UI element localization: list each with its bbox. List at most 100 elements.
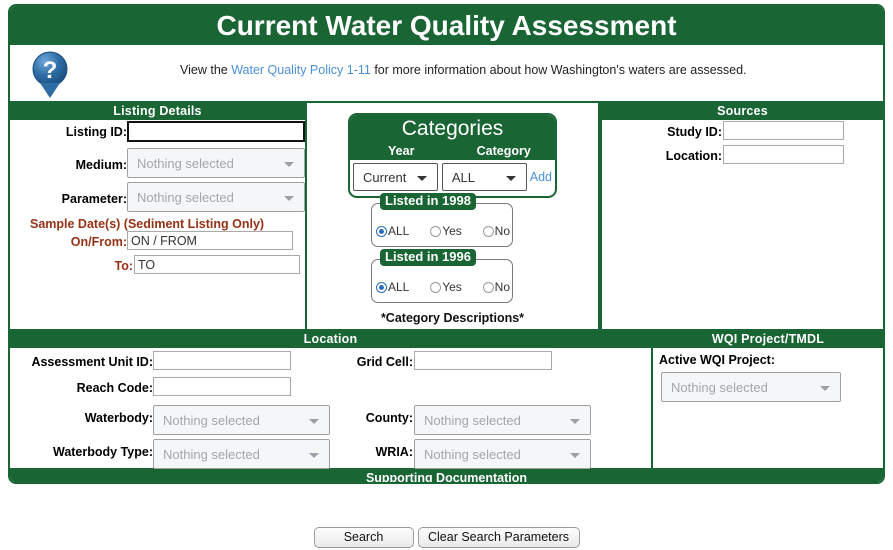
- info-prefix: View the: [180, 63, 232, 77]
- source-location-input[interactable]: [723, 145, 844, 164]
- medium-dropdown[interactable]: Nothing selected: [127, 148, 305, 178]
- on-from-input[interactable]: [127, 231, 293, 250]
- county-dropdown-value: Nothing selected: [424, 413, 521, 428]
- page-root: Current Water Quality Assessment ? View …: [0, 0, 893, 550]
- location-panel: Location Assessment Unit ID: Grid Cell: …: [10, 331, 651, 470]
- radio-icon: [430, 281, 442, 293]
- listed-1996-fieldset: Listed in 1996 ALL Yes No: [371, 249, 513, 303]
- listed-1996-radios: ALL Yes No: [376, 280, 510, 294]
- radio-selected-icon: [376, 281, 387, 293]
- active-wqi-project-label: Active WQI Project:: [659, 353, 775, 367]
- wria-dropdown-value: Nothing selected: [424, 447, 521, 462]
- radio-icon: [430, 225, 442, 237]
- study-id-input[interactable]: [723, 121, 844, 140]
- form-actions: Search Clear Search Parameters: [0, 527, 893, 548]
- listed-1998-yes-label: Yes: [442, 224, 462, 238]
- search-button[interactable]: Search: [313, 527, 414, 548]
- clear-search-parameters-button[interactable]: Clear Search Parameters: [417, 527, 580, 548]
- waterbody-type-label: Waterbody Type:: [52, 445, 153, 459]
- waterbody-type-dropdown[interactable]: Nothing selected: [153, 439, 330, 469]
- county-dropdown[interactable]: Nothing selected: [414, 405, 591, 435]
- chevron-down-icon: [820, 386, 830, 391]
- radio-icon: [482, 281, 494, 293]
- radio-icon: [482, 225, 494, 237]
- chevron-down-icon: [416, 176, 427, 181]
- active-wqi-project-value: Nothing selected: [671, 380, 768, 395]
- listing-details-panel: Listing Details Listing ID: Medium: Noth…: [10, 103, 307, 331]
- category-dropdown-value: ALL: [451, 170, 476, 185]
- study-id-label: Study ID:: [667, 125, 722, 139]
- wqi-project-panel: WQI Project/TMDL Active WQI Project: Not…: [653, 331, 883, 470]
- category-dropdown[interactable]: ALL: [441, 163, 527, 191]
- categories-panel: Categories Year Category Current ALL Add…: [307, 103, 598, 331]
- reach-code-input[interactable]: [153, 377, 291, 396]
- location-header: Location: [10, 331, 651, 348]
- listed-1998-option-all[interactable]: ALL: [376, 224, 409, 238]
- waterbody-label: Waterbody:: [84, 411, 153, 425]
- to-input[interactable]: [134, 255, 300, 274]
- categories-title: Categories: [350, 115, 555, 143]
- assessment-unit-id-input[interactable]: [153, 351, 291, 370]
- listing-id-label: Listing ID:: [65, 125, 127, 139]
- category-descriptions-link[interactable]: *Category Descriptions*: [307, 311, 598, 325]
- listed-1996-all-label: ALL: [388, 280, 410, 294]
- radio-selected-icon: [376, 225, 387, 237]
- listed-1996-option-yes[interactable]: Yes: [430, 280, 462, 294]
- assessment-unit-id-label: Assessment Unit ID:: [31, 355, 153, 369]
- listed-1996-yes-label: Yes: [442, 280, 462, 294]
- category-column-header: Category: [476, 144, 531, 158]
- parameter-dropdown-value: Nothing selected: [137, 190, 234, 205]
- listed-1998-fieldset: Listed in 1998 ALL Yes No: [371, 193, 513, 247]
- waterbody-type-dropdown-value: Nothing selected: [163, 447, 260, 462]
- source-location-label: Location:: [665, 149, 722, 163]
- wqi-project-header: WQI Project/TMDL: [653, 331, 883, 348]
- listed-1998-all-label: ALL: [388, 224, 410, 238]
- search-form-frame: Current Water Quality Assessment ? View …: [8, 4, 885, 484]
- svg-text:?: ?: [43, 57, 58, 84]
- water-quality-policy-link[interactable]: Water Quality Policy 1-11: [231, 63, 371, 77]
- categories-box: Categories Year Category Current ALL Add: [348, 113, 557, 198]
- to-label: To:: [114, 259, 133, 273]
- supporting-documentation-header: Supporting Documentation: [10, 470, 883, 482]
- categories-column-headers: Year Category: [350, 143, 555, 160]
- year-dropdown-value: Current: [363, 170, 407, 185]
- listing-details-header: Listing Details: [10, 103, 305, 120]
- question-mark-help-icon[interactable]: ?: [28, 50, 72, 100]
- year-dropdown[interactable]: Current: [353, 163, 438, 191]
- listed-1998-option-no[interactable]: No: [482, 224, 510, 238]
- grid-cell-input[interactable]: [414, 351, 552, 370]
- top-panels-row: Listing Details Listing ID: Medium: Noth…: [10, 103, 883, 331]
- waterbody-dropdown[interactable]: Nothing selected: [153, 405, 330, 435]
- listed-1996-legend: Listed in 1996: [380, 249, 476, 266]
- wria-label: WRIA:: [375, 445, 414, 459]
- medium-label: Medium:: [75, 158, 127, 172]
- listed-1996-no-label: No: [494, 280, 510, 294]
- listing-id-input[interactable]: [127, 121, 305, 142]
- year-column-header: Year: [388, 144, 415, 158]
- info-suffix: for more information about how Washingto…: [370, 63, 747, 77]
- chevron-down-icon: [284, 162, 294, 167]
- chevron-down-icon: [570, 419, 580, 424]
- supporting-documentation-panel: Supporting Documentation Basis Statement…: [10, 470, 883, 482]
- chevron-down-icon: [284, 196, 294, 201]
- listed-1998-option-yes[interactable]: Yes: [430, 224, 462, 238]
- parameter-label: Parameter:: [61, 192, 127, 206]
- sample-dates-header: Sample Date(s) (Sediment Listing Only): [30, 217, 265, 231]
- chevron-down-icon: [570, 453, 580, 458]
- add-category-link[interactable]: Add: [530, 163, 552, 191]
- reach-code-label: Reach Code:: [76, 381, 153, 395]
- chevron-down-icon: [505, 176, 516, 181]
- waterbody-dropdown-value: Nothing selected: [163, 413, 260, 428]
- sources-panel: Sources Study ID: Location:: [600, 103, 883, 331]
- wria-dropdown[interactable]: Nothing selected: [414, 439, 591, 469]
- medium-dropdown-value: Nothing selected: [137, 156, 234, 171]
- info-text: View the Water Quality Policy 1-11 for m…: [180, 63, 747, 77]
- listed-1998-legend: Listed in 1998: [380, 193, 476, 210]
- active-wqi-project-dropdown[interactable]: Nothing selected: [661, 372, 841, 402]
- parameter-dropdown[interactable]: Nothing selected: [127, 182, 305, 212]
- listed-1996-option-all[interactable]: ALL: [376, 280, 409, 294]
- page-title: Current Water Quality Assessment: [10, 6, 883, 45]
- listed-1996-option-no[interactable]: No: [482, 280, 510, 294]
- listed-1998-radios: ALL Yes No: [376, 224, 510, 238]
- location-wqi-row: Location Assessment Unit ID: Grid Cell: …: [10, 331, 883, 470]
